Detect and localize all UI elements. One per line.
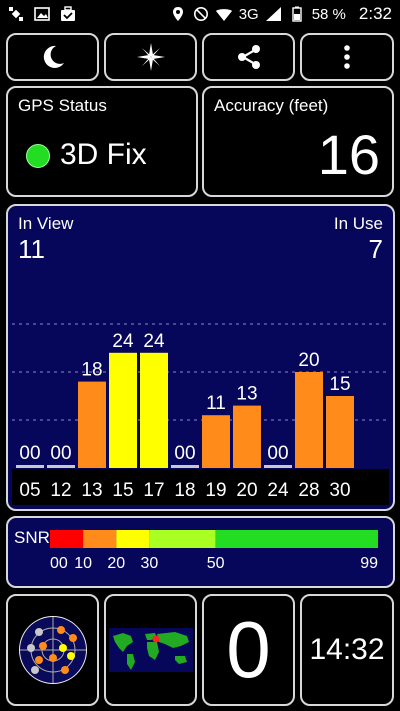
world-map-button[interactable] bbox=[104, 594, 197, 706]
more-menu-icon bbox=[344, 45, 350, 69]
share-icon bbox=[237, 45, 260, 69]
snr-value-label: 13 bbox=[236, 384, 257, 405]
prn-label: 19 bbox=[205, 480, 226, 501]
sky-radar-icon bbox=[18, 616, 87, 684]
snr-value-label: 20 bbox=[298, 350, 319, 371]
accuracy-label: Accuracy (feet) bbox=[214, 96, 329, 115]
snr-bar bbox=[109, 352, 137, 468]
snr-bar bbox=[16, 465, 44, 468]
satellite-icon bbox=[9, 7, 23, 21]
status-bar-left bbox=[8, 6, 76, 22]
prn-label: 13 bbox=[81, 480, 102, 501]
gps-fix-indicator bbox=[26, 144, 50, 168]
snr-value-label: 00 bbox=[50, 443, 71, 464]
snr-bar bbox=[47, 465, 75, 468]
gps-status-label: GPS Status bbox=[18, 96, 107, 115]
prn-label: 17 bbox=[143, 480, 164, 501]
snr-scale-tick: 30 bbox=[140, 555, 158, 572]
snr-bar bbox=[233, 405, 261, 468]
image-icon bbox=[34, 7, 50, 21]
snr-scale-tick: 20 bbox=[107, 555, 125, 572]
status-time: 2:32 bbox=[358, 4, 392, 23]
prn-label: 20 bbox=[236, 480, 257, 501]
snr-color-scale: 00 10 20 30 50 99 bbox=[50, 530, 378, 572]
prn-label: 30 bbox=[329, 480, 350, 501]
status-bar: 3G 58 % 2:32 bbox=[0, 0, 400, 28]
snr-scale-segment bbox=[149, 530, 216, 548]
clock-value: 14:32 bbox=[309, 633, 385, 666]
night-mode-icon bbox=[43, 45, 64, 68]
snr-bar-chart: 00 00 18 24 24 00 11 13 00 20 15 05 12 13 15 17 18 19 20 2… bbox=[12, 323, 389, 505]
snr-scale-segment bbox=[50, 530, 84, 548]
accuracy-value: 16 bbox=[317, 123, 380, 186]
satellite-snr-panel: In View 11 In Use 7 00 00 18 24 24 00 11 13 00 20… bbox=[6, 204, 395, 511]
snr-scale-segment bbox=[215, 530, 378, 548]
snr-bar bbox=[140, 352, 168, 468]
sky-radar-button[interactable] bbox=[6, 594, 99, 706]
accuracy-panel: Accuracy (feet) 16 bbox=[202, 86, 394, 197]
snr-legend-panel: SNR 00 10 20 30 50 99 bbox=[6, 516, 395, 588]
counter-value: 0 bbox=[226, 605, 271, 694]
status-bar-right: 3G 58 % 2:32 bbox=[170, 4, 392, 24]
prn-label: 28 bbox=[298, 480, 319, 501]
snr-scale-tick: 99 bbox=[360, 555, 378, 572]
do-not-disturb-icon bbox=[193, 7, 208, 21]
night-mode-button[interactable] bbox=[6, 33, 99, 81]
gps-status-panel: GPS Status 3D Fix bbox=[6, 86, 198, 197]
network-type: 3G bbox=[238, 5, 259, 23]
snr-value-label: 24 bbox=[112, 331, 134, 352]
briefcase-check-icon bbox=[61, 6, 75, 21]
wifi-icon bbox=[215, 9, 232, 21]
snr-bar bbox=[264, 465, 292, 468]
prn-label: 12 bbox=[50, 480, 71, 501]
snr-scale-tick: 00 bbox=[50, 555, 68, 572]
world-map-icon bbox=[108, 628, 193, 672]
prn-label: 05 bbox=[19, 480, 40, 501]
location-icon bbox=[172, 7, 183, 21]
battery-percent: 58 % bbox=[311, 5, 346, 23]
snr-bar bbox=[171, 465, 199, 468]
more-menu-button[interactable] bbox=[300, 33, 394, 81]
snr-value-label: 00 bbox=[267, 443, 288, 464]
battery-icon bbox=[292, 6, 302, 22]
snr-scale-tick: 10 bbox=[74, 555, 92, 572]
snr-bar bbox=[295, 372, 323, 468]
snr-value-label: 00 bbox=[19, 443, 40, 464]
signal-icon bbox=[265, 7, 281, 21]
prn-label: 15 bbox=[112, 480, 133, 501]
counter-panel: 0 bbox=[202, 594, 295, 706]
prn-label: 24 bbox=[267, 480, 289, 501]
snr-bar bbox=[326, 396, 354, 468]
clock-panel: 14:32 bbox=[300, 594, 394, 706]
snr-value-label: 18 bbox=[81, 360, 102, 381]
snr-value-label: 24 bbox=[143, 331, 165, 352]
snr-bar bbox=[78, 381, 106, 468]
gps-fix-value: 3D Fix bbox=[60, 138, 147, 171]
snr-scale-tick: 50 bbox=[207, 555, 225, 572]
share-button[interactable] bbox=[202, 33, 295, 81]
prn-label: 18 bbox=[174, 480, 195, 501]
snr-scale-segment bbox=[116, 530, 150, 548]
snr-value-label: 00 bbox=[174, 443, 195, 464]
compass-icon bbox=[136, 43, 165, 71]
snr-value-label: 15 bbox=[329, 374, 350, 395]
snr-value-label: 11 bbox=[206, 393, 226, 414]
compass-button[interactable] bbox=[104, 33, 197, 81]
snr-scale-segment bbox=[83, 530, 117, 548]
snr-bar bbox=[202, 415, 230, 468]
